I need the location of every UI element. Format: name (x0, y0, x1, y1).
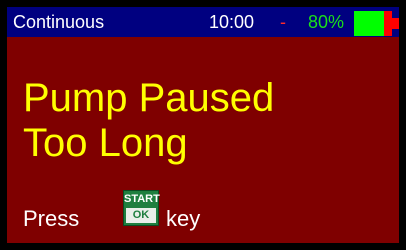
battery-charged-segment (354, 11, 384, 36)
status-bar: Continuous 10:00 - 80% (7, 7, 399, 37)
battery-icon (354, 11, 399, 36)
clock-time: 10:00 (209, 12, 255, 32)
device-screen-bezel: Continuous 10:00 - 80% Pump Paused Too L… (0, 0, 406, 250)
alarm-title-line-1: Pump Paused (23, 76, 275, 120)
start-ok-key-icon: START OK (123, 190, 160, 226)
key-start-label: START (124, 193, 160, 205)
alarm-title: Pump Paused Too Long (23, 76, 274, 166)
pump-display: Continuous 10:00 - 80% Pump Paused Too L… (7, 7, 399, 243)
alarm-title-line-2: Too Long (23, 121, 188, 165)
battery-terminal (392, 18, 399, 29)
key-ok-label: OK (126, 208, 156, 223)
battery-empty-segment (384, 11, 392, 36)
instruction-press-label: Press (23, 206, 80, 231)
status-separator: - (280, 12, 286, 32)
instruction-key-label: key (166, 206, 201, 231)
delivery-mode: Continuous (13, 12, 105, 32)
battery-percentage: 80% (308, 12, 345, 32)
